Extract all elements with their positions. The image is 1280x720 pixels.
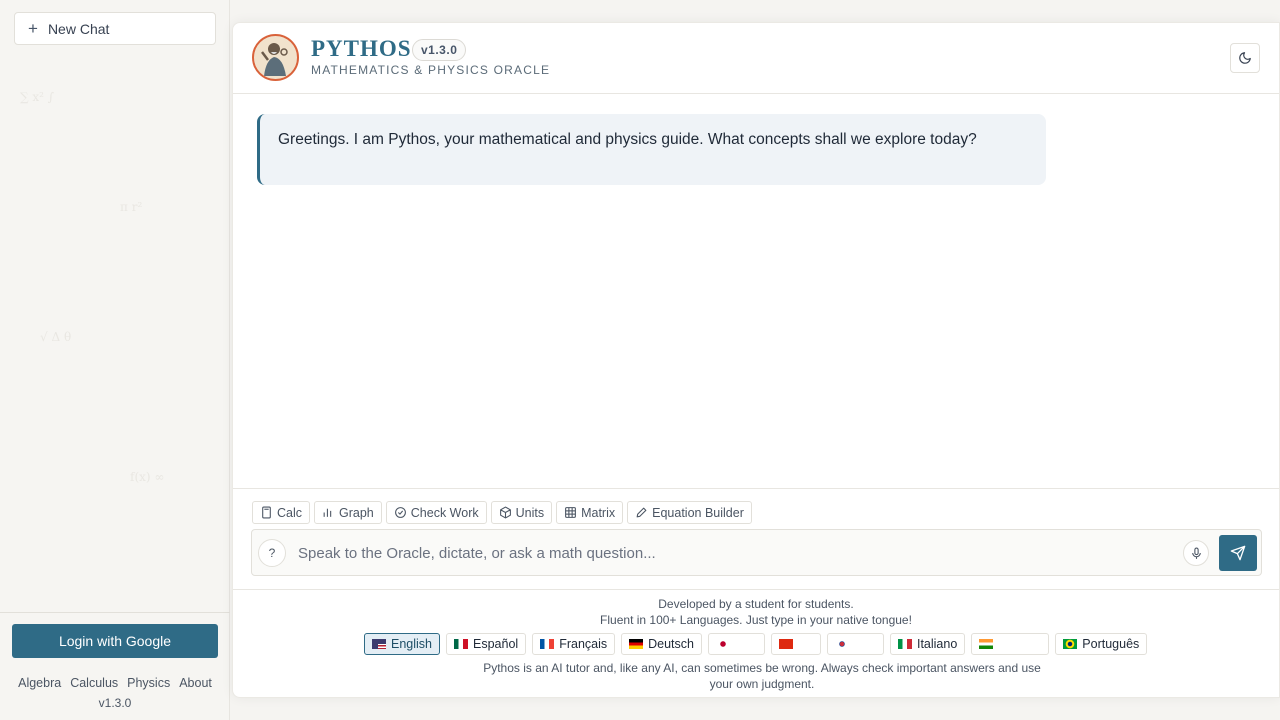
background-doodle: f(x) ∞ [130, 470, 165, 484]
tool-label: Check Work [410, 505, 479, 520]
de-flag-icon [629, 639, 644, 649]
app-tagline: MATHEMATICS & PHYSICS ORACLE [311, 63, 551, 77]
lang-japanese[interactable] [707, 633, 765, 655]
pencil-icon [636, 507, 647, 518]
chat-header: PYTHOS v1.3.0 MATHEMATICS & PHYSICS ORAC… [233, 23, 1279, 94]
lang-label: Español [473, 637, 519, 651]
lang-french[interactable]: Français [532, 633, 616, 655]
plus-icon: + [28, 19, 38, 38]
mx-flag-icon [454, 639, 468, 649]
units-tool-button[interactable]: Units [490, 501, 553, 524]
chat-input[interactable] [298, 540, 1158, 566]
tool-label: Equation Builder [652, 505, 744, 520]
lang-chinese[interactable] [770, 633, 821, 655]
new-chat-label: New Chat [47, 20, 110, 37]
lang-german[interactable]: Deutsch [621, 633, 702, 655]
lang-hindi[interactable] [971, 633, 1050, 655]
tool-label: Graph [339, 505, 374, 520]
background-doodle: π r² [120, 200, 143, 214]
moon-icon [1239, 52, 1251, 64]
sidebar-links: Algebra Calculus Physics About [0, 676, 230, 690]
link-physics[interactable]: Physics [127, 676, 170, 690]
sidebar-footer: Login with Google Algebra Calculus Physi… [0, 612, 230, 720]
graph-tool-button[interactable]: Graph [314, 501, 382, 524]
tool-label: Units [515, 505, 545, 520]
sidebar-version: v1.3.0 [98, 696, 132, 710]
br-flag-icon [1063, 639, 1078, 649]
cube-icon [499, 506, 511, 519]
lang-label: Français [559, 637, 608, 651]
lang-portuguese[interactable]: Português [1055, 633, 1148, 655]
help-button[interactable]: ? [258, 539, 286, 567]
calc-tool-button[interactable]: Calc [252, 501, 311, 524]
us-flag-icon [372, 639, 386, 649]
check-circle-icon [394, 507, 406, 518]
it-flag-icon [897, 639, 912, 649]
grid-icon [565, 507, 577, 518]
lang-spanish[interactable]: Español [446, 633, 527, 655]
input-row: ? [251, 529, 1262, 576]
lang-label: Italiano [916, 637, 958, 651]
theme-toggle-button[interactable] [1230, 43, 1260, 73]
pythos-logo [252, 34, 299, 81]
in-flag-icon [979, 639, 994, 649]
bar-chart-icon [323, 508, 332, 517]
lang-korean[interactable] [826, 633, 884, 655]
background-doodle: ∑ x² ∫ [20, 90, 55, 104]
lang-italian[interactable]: Italiano [889, 633, 966, 655]
lang-label: English [391, 637, 432, 651]
lang-english[interactable]: English [364, 633, 440, 655]
version-badge: v1.3.0 [412, 39, 467, 61]
message-list: Greetings. I am Pythos, your mathematica… [233, 95, 1279, 488]
sidebar: ∑ x² ∫ π r² √ Δ θ f(x) ∞ + New Chat Logi… [0, 0, 230, 720]
developer-note: Developed by a student for students. [658, 597, 854, 611]
link-about[interactable]: About [179, 676, 212, 690]
language-selector: English Español Français Deutsch Italian… [364, 633, 1148, 655]
chat-footer: Developed by a student for students. Flu… [233, 589, 1279, 699]
ai-disclaimer: Pythos is an AI tutor and, like any AI, … [483, 661, 1041, 691]
chat-panel: PYTHOS v1.3.0 MATHEMATICS & PHYSICS ORAC… [232, 22, 1280, 698]
composer: Calc Graph Check Work Units Matrix Equat… [233, 488, 1279, 589]
assistant-message: Greetings. I am Pythos, your mathematica… [257, 114, 1046, 185]
calculator-icon [262, 506, 271, 519]
matrix-tool-button[interactable]: Matrix [556, 501, 624, 524]
microphone-icon [1191, 547, 1201, 559]
language-note: Fluent in 100+ Languages. Just type in y… [600, 613, 912, 627]
microphone-button[interactable] [1183, 540, 1209, 566]
send-icon [1230, 545, 1246, 561]
lang-label: Português [1082, 637, 1140, 651]
link-algebra[interactable]: Algebra [18, 676, 61, 690]
lang-label: Deutsch [648, 637, 694, 651]
tool-label: Matrix [581, 505, 616, 520]
link-calculus[interactable]: Calculus [70, 676, 118, 690]
background-doodle: √ Δ θ [40, 330, 72, 344]
send-button[interactable] [1219, 535, 1257, 571]
tool-bar: Calc Graph Check Work Units Matrix Equat… [252, 501, 752, 524]
fr-flag-icon [540, 639, 555, 649]
kr-flag-icon [834, 639, 849, 649]
equation-builder-tool-button[interactable]: Equation Builder [627, 501, 752, 524]
tool-label: Calc [277, 505, 303, 520]
jp-flag-icon [715, 639, 730, 649]
app-title: PYTHOS [311, 36, 412, 61]
login-google-button[interactable]: Login with Google [12, 624, 218, 658]
cn-flag-icon [778, 639, 793, 649]
new-chat-button[interactable]: + New Chat [14, 12, 216, 45]
check-work-tool-button[interactable]: Check Work [385, 501, 487, 524]
